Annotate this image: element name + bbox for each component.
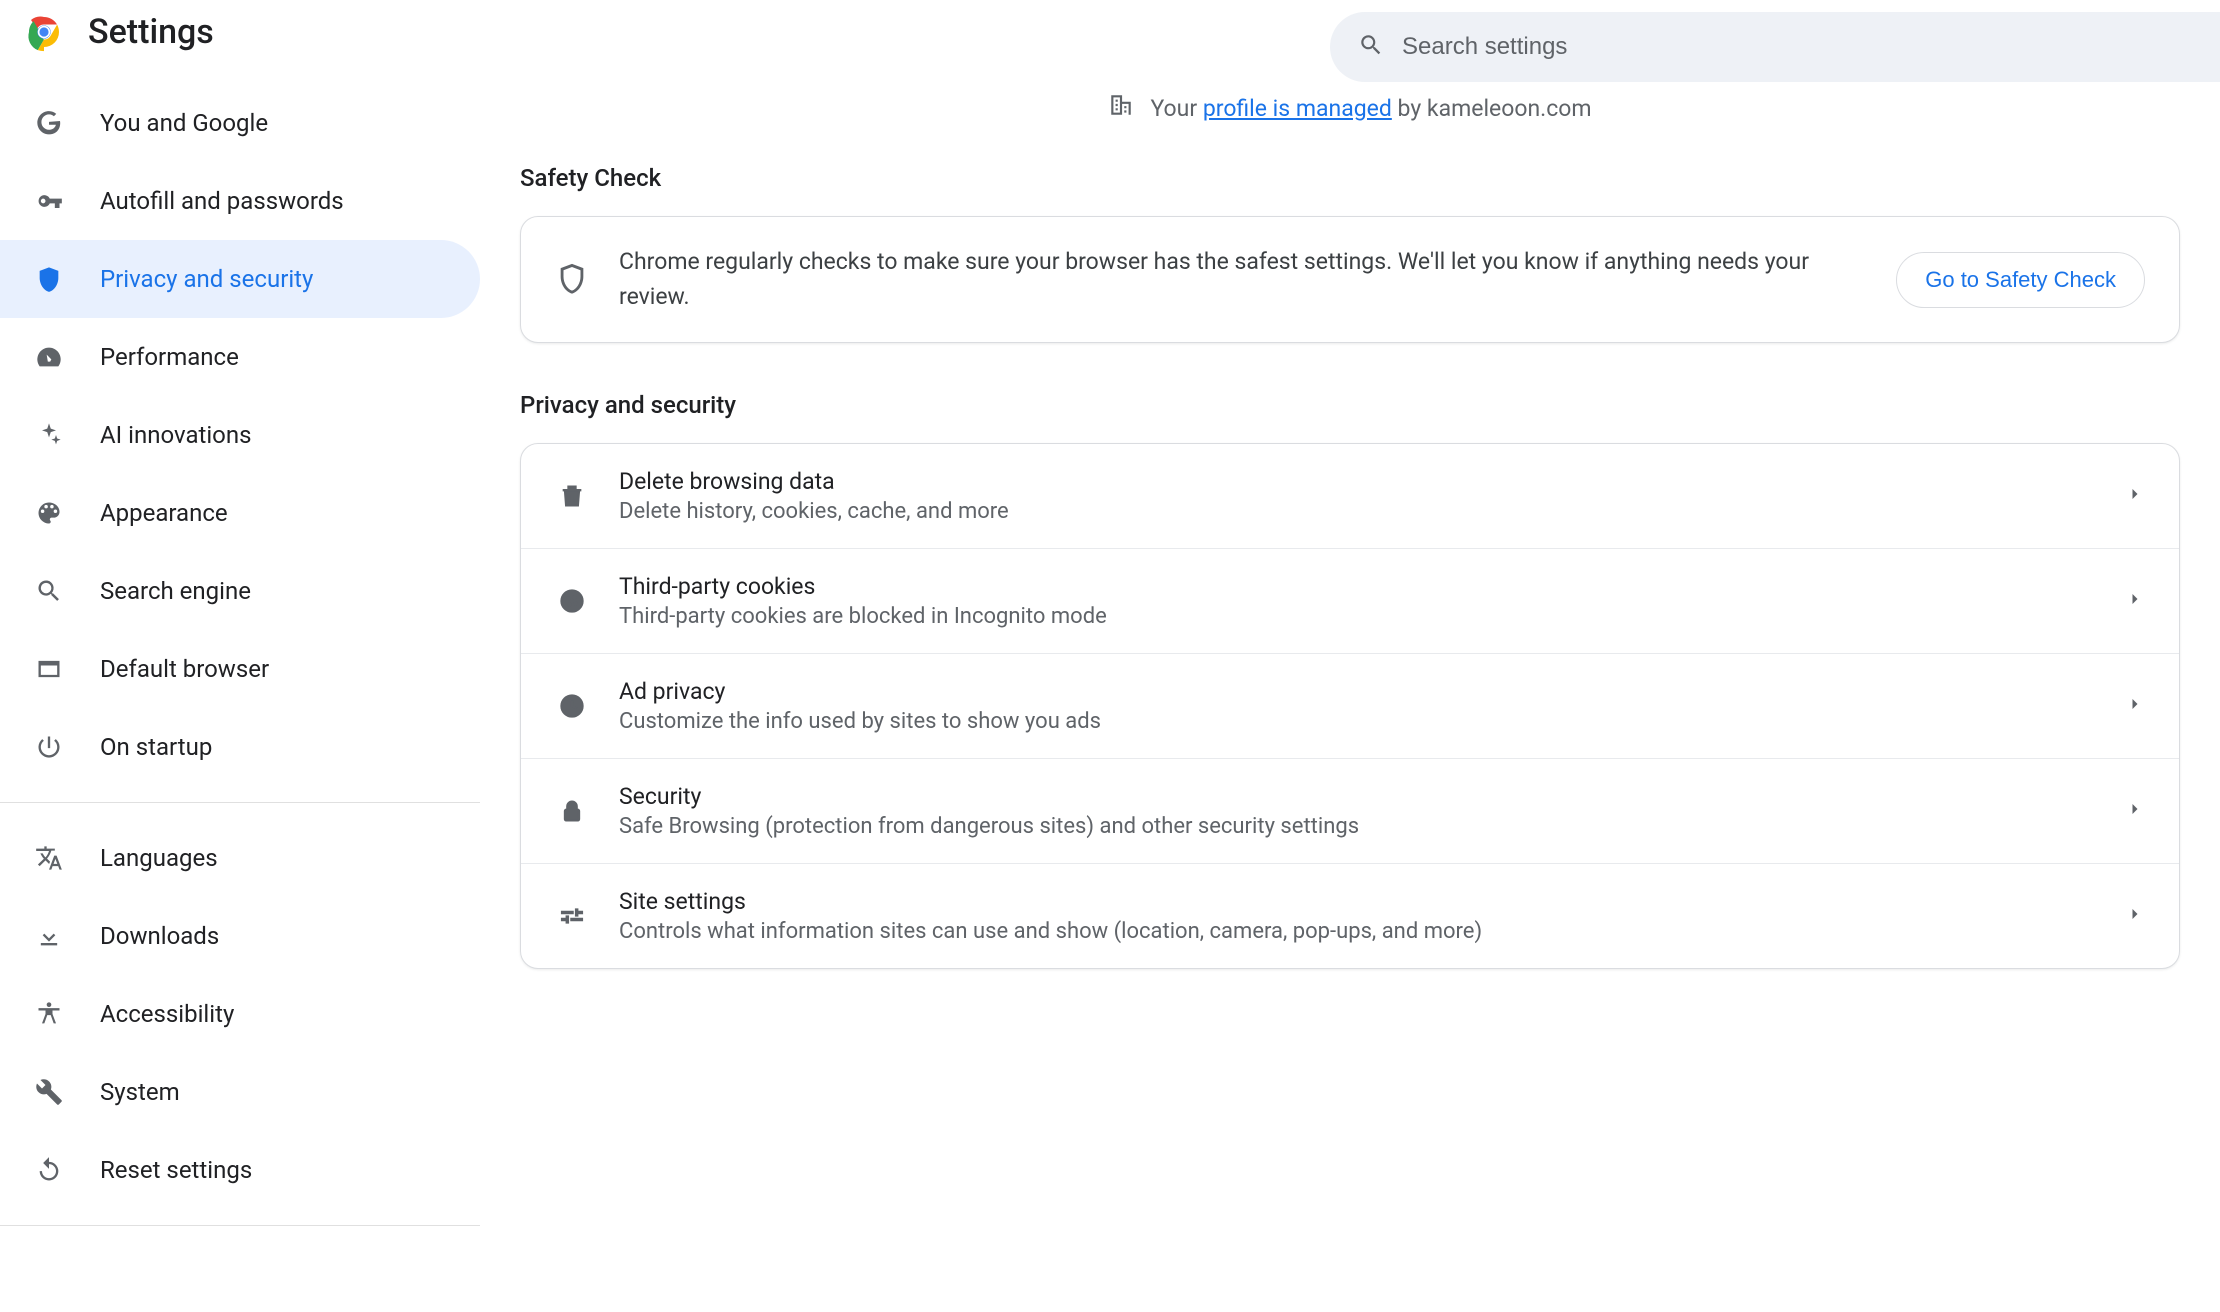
sidebar-divider xyxy=(0,802,480,803)
ad-privacy-icon xyxy=(555,692,589,720)
tune-icon xyxy=(555,902,589,930)
chevron-right-icon xyxy=(2125,694,2145,718)
row-title: Security xyxy=(619,783,2095,810)
chrome-logo-icon xyxy=(24,12,64,52)
sidebar-item-label: Downloads xyxy=(100,922,219,950)
wrench-icon xyxy=(34,1077,64,1107)
sidebar-item-label: Autofill and passwords xyxy=(100,187,344,215)
row-ad-privacy[interactable]: Ad privacy Customize the info used by si… xyxy=(521,653,2179,758)
row-site-settings[interactable]: Site settings Controls what information … xyxy=(521,863,2179,968)
row-third-party-cookies[interactable]: Third-party cookies Third-party cookies … xyxy=(521,548,2179,653)
sidebar-item-appearance[interactable]: Appearance xyxy=(0,474,480,552)
row-sub: Controls what information sites can use … xyxy=(619,919,2095,944)
chevron-right-icon xyxy=(2125,799,2145,823)
sidebar-item-reset[interactable]: Reset settings xyxy=(0,1131,480,1209)
sidebar-item-accessibility[interactable]: Accessibility xyxy=(0,975,480,1053)
power-icon xyxy=(34,732,64,762)
row-title: Site settings xyxy=(619,888,2095,915)
sidebar: You and Google Autofill and passwords Pr… xyxy=(0,64,480,1242)
sidebar-item-search-engine[interactable]: Search engine xyxy=(0,552,480,630)
safety-check-title: Safety Check xyxy=(520,164,2180,192)
row-sub: Customize the info used by sites to show… xyxy=(619,709,2095,734)
sidebar-item-label: AI innovations xyxy=(100,421,252,449)
managed-banner: Your profile is managed by kameleoon.com xyxy=(520,92,2180,124)
row-title: Delete browsing data xyxy=(619,468,2095,495)
sidebar-item-startup[interactable]: On startup xyxy=(0,708,480,786)
row-sub: Third-party cookies are blocked in Incog… xyxy=(619,604,2095,629)
sidebar-item-performance[interactable]: Performance xyxy=(0,318,480,396)
sidebar-item-default-browser[interactable]: Default browser xyxy=(0,630,480,708)
row-security[interactable]: Security Safe Browsing (protection from … xyxy=(521,758,2179,863)
sidebar-item-label: Privacy and security xyxy=(100,265,313,293)
sidebar-item-label: Accessibility xyxy=(100,1000,234,1028)
sidebar-item-downloads[interactable]: Downloads xyxy=(0,897,480,975)
lock-icon xyxy=(555,797,589,825)
row-sub: Delete history, cookies, cache, and more xyxy=(619,499,2095,524)
trash-icon xyxy=(555,482,589,510)
row-sub: Safe Browsing (protection from dangerous… xyxy=(619,814,2095,839)
accessibility-icon xyxy=(34,999,64,1029)
search-settings-box[interactable] xyxy=(1330,12,2220,82)
row-title: Ad privacy xyxy=(619,678,2095,705)
building-icon xyxy=(1108,92,1134,124)
chevron-right-icon xyxy=(2125,589,2145,613)
sidebar-divider xyxy=(0,1225,480,1226)
translate-icon xyxy=(34,843,64,873)
cookie-icon xyxy=(555,587,589,615)
safety-check-description: Chrome regularly checks to make sure you… xyxy=(619,245,1866,314)
sidebar-item-languages[interactable]: Languages xyxy=(0,819,480,897)
reset-icon xyxy=(34,1155,64,1185)
sidebar-item-you-and-google[interactable]: You and Google xyxy=(0,84,480,162)
search-icon xyxy=(34,576,64,606)
chevron-right-icon xyxy=(2125,484,2145,508)
sidebar-item-label: On startup xyxy=(100,733,212,761)
go-to-safety-check-button[interactable]: Go to Safety Check xyxy=(1896,252,2145,308)
key-icon xyxy=(34,186,64,216)
privacy-section-title: Privacy and security xyxy=(520,391,2180,419)
safety-check-card: Chrome regularly checks to make sure you… xyxy=(520,216,2180,343)
sidebar-item-label: System xyxy=(100,1078,180,1106)
palette-icon xyxy=(34,498,64,528)
content: Your profile is managed by kameleoon.com… xyxy=(480,64,2220,1242)
search-icon xyxy=(1358,32,1384,62)
managed-link[interactable]: profile is managed xyxy=(1203,95,1392,122)
shield-outline-icon xyxy=(555,261,589,299)
sidebar-item-label: Languages xyxy=(100,844,218,872)
managed-text: Your profile is managed by kameleoon.com xyxy=(1150,95,1591,122)
chevron-right-icon xyxy=(2125,904,2145,928)
sidebar-item-privacy[interactable]: Privacy and security xyxy=(0,240,480,318)
download-icon xyxy=(34,921,64,951)
privacy-list-card: Delete browsing data Delete history, coo… xyxy=(520,443,2180,969)
row-delete-browsing-data[interactable]: Delete browsing data Delete history, coo… xyxy=(521,444,2179,548)
shield-icon xyxy=(34,264,64,294)
browser-icon xyxy=(34,654,64,684)
sidebar-item-autofill[interactable]: Autofill and passwords xyxy=(0,162,480,240)
sparkle-icon xyxy=(34,420,64,450)
sidebar-item-label: Search engine xyxy=(100,577,251,605)
sidebar-item-ai[interactable]: AI innovations xyxy=(0,396,480,474)
sidebar-item-label: You and Google xyxy=(100,109,268,137)
row-title: Third-party cookies xyxy=(619,573,2095,600)
search-input[interactable] xyxy=(1402,33,2220,61)
page-title: Settings xyxy=(88,12,214,52)
sidebar-item-label: Reset settings xyxy=(100,1156,252,1184)
sidebar-item-label: Default browser xyxy=(100,655,269,683)
speedometer-icon xyxy=(34,342,64,372)
sidebar-item-system[interactable]: System xyxy=(0,1053,480,1131)
sidebar-item-label: Performance xyxy=(100,343,239,371)
google-icon xyxy=(34,108,64,138)
sidebar-item-label: Appearance xyxy=(100,499,228,527)
